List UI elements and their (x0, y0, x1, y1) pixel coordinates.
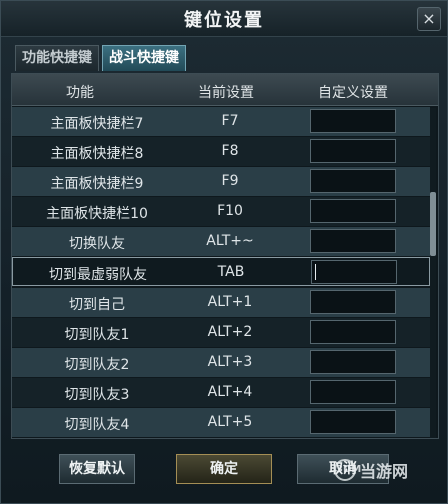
watermark-logo-icon: 3DM (334, 459, 361, 481)
tab-combat-shortcuts[interactable]: 战斗快捷键 (102, 45, 186, 71)
table-row[interactable]: 切到队友3 ALT+4 (12, 378, 430, 407)
header-custom-setting: 自定义设置 (318, 85, 388, 101)
custom-key-input-focused[interactable] (311, 260, 397, 284)
header-function: 功能 (66, 85, 94, 101)
row-current-key: ALT+~ (206, 233, 254, 249)
table-row[interactable]: 切到自己 ALT+1 (12, 288, 430, 317)
row-function: 切到队友1 (64, 327, 130, 343)
row-current-key: TAB (217, 264, 245, 280)
row-function: 切到自己 (69, 297, 125, 313)
custom-key-input[interactable] (310, 350, 396, 374)
custom-key-input[interactable] (310, 229, 396, 253)
scrollbar-thumb[interactable] (430, 192, 436, 256)
table-row[interactable]: 主面板快捷栏9 F9 (12, 167, 430, 196)
table-row[interactable]: 主面板快捷栏7 F7 (12, 107, 430, 136)
keybinding-table: 功能 当前设置 自定义设置 主面板快捷栏7 F7 主面板快捷栏8 F8 主面板快… (11, 73, 439, 439)
restore-default-button[interactable]: 恢复默认 (59, 454, 135, 484)
row-current-key: ALT+1 (207, 294, 253, 310)
site-watermark: 3DM 当游网 (334, 457, 408, 483)
row-current-key: ALT+5 (207, 414, 253, 430)
custom-key-input[interactable] (310, 109, 396, 133)
keybinding-window: 键位设置 × 功能快捷键 战斗快捷键 功能 当前设置 自定义设置 主面板快捷栏7… (0, 0, 448, 504)
custom-key-input[interactable] (310, 290, 396, 314)
row-function: 主面板快捷栏7 (50, 116, 144, 132)
window-title: 键位设置 (184, 9, 264, 31)
row-current-key: ALT+3 (207, 354, 253, 370)
custom-key-input[interactable] (310, 320, 396, 344)
tab-bar: 功能快捷键 战斗快捷键 (15, 45, 189, 73)
row-function: 切换队友 (69, 236, 125, 252)
row-current-key: F7 (221, 113, 239, 129)
custom-key-input[interactable] (310, 169, 396, 193)
title-bar: 键位设置 × (1, 1, 447, 37)
row-function: 切到队友3 (64, 387, 130, 403)
row-function: 切到队友4 (64, 417, 130, 433)
row-function: 主面板快捷栏10 (46, 206, 148, 222)
custom-key-input[interactable] (310, 139, 396, 163)
header-current-setting: 当前设置 (198, 85, 254, 101)
close-button[interactable]: × (417, 7, 441, 31)
table-row[interactable]: 主面板快捷栏8 F8 (12, 137, 430, 166)
table-header: 功能 当前设置 自定义设置 (12, 74, 438, 106)
row-function: 切到队友2 (64, 357, 130, 373)
tab-function-shortcuts[interactable]: 功能快捷键 (15, 45, 99, 71)
watermark-text: 当游网 (360, 462, 409, 481)
row-function: 切到最虚弱队友 (49, 267, 147, 283)
row-current-key: F9 (221, 173, 239, 189)
row-current-key: F8 (221, 143, 239, 159)
row-current-key: ALT+4 (207, 384, 253, 400)
text-caret (315, 264, 316, 280)
table-row[interactable]: 切换队友 ALT+~ (12, 227, 430, 256)
confirm-button[interactable]: 确定 (176, 454, 272, 484)
row-function: 主面板快捷栏8 (50, 146, 144, 162)
row-current-key: F10 (217, 203, 243, 219)
table-row[interactable]: 切到队友1 ALT+2 (12, 318, 430, 347)
table-row[interactable]: 主面板快捷栏10 F10 (12, 197, 430, 226)
table-row[interactable]: 切到队友4 ALT+5 (12, 408, 430, 437)
custom-key-input[interactable] (310, 199, 396, 223)
table-scrollbar[interactable] (430, 108, 436, 438)
custom-key-input[interactable] (310, 380, 396, 404)
table-row-selected[interactable]: 切到最虚弱队友 TAB (12, 257, 430, 286)
row-current-key: ALT+2 (207, 324, 253, 340)
custom-key-input[interactable] (310, 410, 396, 434)
row-function: 主面板快捷栏9 (50, 176, 144, 192)
table-row[interactable]: 切到队友2 ALT+3 (12, 348, 430, 377)
